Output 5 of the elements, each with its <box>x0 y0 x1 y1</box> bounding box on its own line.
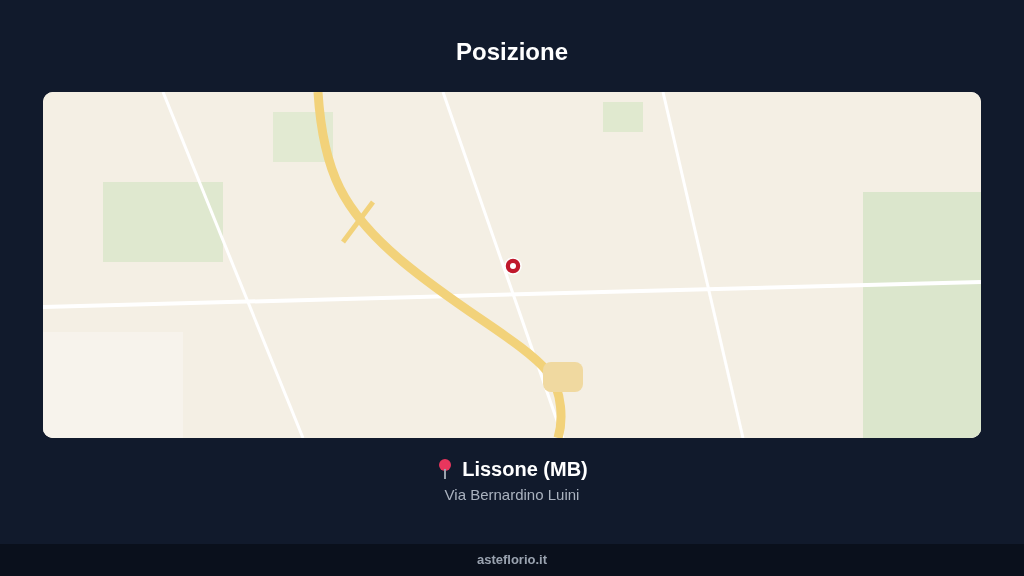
page-title: Posizione <box>456 37 568 67</box>
map-marker-icon <box>504 257 522 275</box>
location-name: Lissone (MB) <box>462 457 588 481</box>
footer-site: asteflorio.it <box>476 551 548 570</box>
location-address: Via Bernardino Luini <box>444 485 580 505</box>
